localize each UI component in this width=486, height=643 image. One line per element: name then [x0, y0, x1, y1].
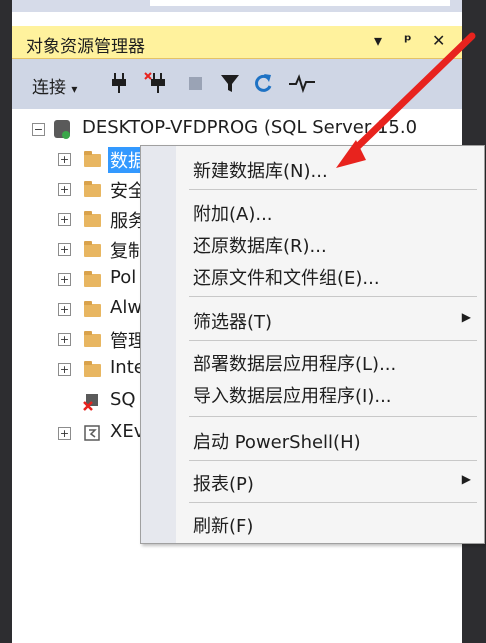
- menu-item-restore-files[interactable]: 还原文件和文件组(E)...: [177, 258, 483, 292]
- ide-left-frame: [0, 0, 12, 643]
- server-label: DESKTOP-VFDPROG (SQL Server 15.0: [82, 117, 418, 138]
- folder-icon: [84, 271, 101, 287]
- xevent-icon: [84, 425, 100, 441]
- menu-item-label: 新建数据库(N)...: [193, 161, 328, 182]
- menu-item-label: 导入数据层应用程序(I)...: [193, 386, 392, 407]
- folder-icon: [84, 331, 101, 347]
- refresh-icon[interactable]: [252, 71, 274, 95]
- menu-separator: [189, 189, 477, 190]
- folder-icon: [84, 361, 101, 377]
- connect-dropdown-icon[interactable]: ▾: [71, 82, 77, 96]
- menu-item-attach[interactable]: 附加(A)...: [177, 194, 483, 228]
- menu-item-label: 还原数据库(R)...: [193, 236, 327, 257]
- connect-button[interactable]: 连接 ▾: [32, 73, 77, 98]
- menu-separator: [189, 502, 477, 503]
- tree-item-management[interactable]: + 管理: [12, 325, 146, 353]
- submenu-arrow-icon: ▶: [461, 472, 471, 486]
- expand-icon[interactable]: +: [58, 363, 71, 376]
- close-icon[interactable]: ✕: [432, 31, 445, 50]
- menu-item-refresh[interactable]: 刷新(F): [177, 506, 483, 540]
- window-top-edge-inner: [150, 0, 450, 6]
- expand-icon[interactable]: +: [58, 303, 71, 316]
- menu-item-label: 刷新(F): [193, 516, 254, 537]
- menu-separator: [189, 296, 477, 297]
- tree-server-node[interactable]: − DESKTOP-VFDPROG (SQL Server 15.0: [12, 115, 462, 143]
- menu-item-label: 启动 PowerShell(H): [193, 432, 361, 453]
- folder-icon: [84, 241, 101, 257]
- tree-item-sql-agent[interactable]: SQ: [12, 387, 142, 415]
- expand-icon[interactable]: +: [58, 243, 71, 256]
- disconnect-plug-icon[interactable]: [144, 71, 166, 95]
- menu-item-label: 报表(P): [193, 474, 254, 495]
- tree-item-label: Alw: [110, 297, 143, 318]
- menu-item-filter[interactable]: 筛选器(T) ▶: [177, 302, 483, 336]
- folder-icon: [84, 151, 101, 167]
- expand-icon[interactable]: +: [58, 213, 71, 226]
- object-explorer-toolbar: 连接 ▾: [12, 59, 462, 109]
- expand-icon[interactable]: +: [58, 153, 71, 166]
- menu-item-label: 还原文件和文件组(E)...: [193, 268, 380, 289]
- menu-item-label: 附加(A)...: [193, 204, 273, 225]
- tree-item-always-on[interactable]: + Alw: [12, 295, 142, 323]
- menu-item-start-powershell[interactable]: 启动 PowerShell(H): [177, 422, 483, 456]
- submenu-arrow-icon: ▶: [461, 310, 471, 324]
- window-position-dropdown-icon[interactable]: ▾: [374, 31, 382, 50]
- object-explorer-titlebar: 对象资源管理器 ▾ ᵖ ✕: [12, 26, 462, 59]
- menu-separator: [189, 340, 477, 341]
- filter-icon[interactable]: [220, 71, 240, 95]
- panel-title: 对象资源管理器: [26, 37, 145, 57]
- pin-icon[interactable]: ᵖ: [404, 31, 412, 50]
- tree-item-integration-services[interactable]: + Inte: [12, 355, 145, 383]
- folder-icon: [84, 181, 101, 197]
- sql-agent-stopped-icon: [83, 394, 98, 411]
- context-menu: 新建数据库(N)... 附加(A)... 还原数据库(R)... 还原文件和文件…: [140, 145, 485, 544]
- menu-item-label: 部署数据层应用程序(L)...: [193, 354, 397, 375]
- menu-item-label: 筛选器(T): [193, 312, 273, 333]
- tree-item-databases[interactable]: + 数据: [12, 145, 148, 173]
- tree-item-xevent-profiler[interactable]: + XEv: [12, 419, 144, 447]
- menu-item-import-data-tier[interactable]: 导入数据层应用程序(I)...: [177, 376, 483, 410]
- activity-monitor-icon[interactable]: [288, 71, 316, 95]
- menu-item-reports[interactable]: 报表(P) ▶: [177, 464, 483, 498]
- window-top-edge: [0, 0, 486, 12]
- tree-item-security[interactable]: + 安全: [12, 175, 146, 203]
- server-running-icon: [62, 131, 70, 139]
- tree-item-label: SQ: [110, 389, 136, 410]
- menu-icon-gutter: [141, 146, 176, 543]
- collapse-icon[interactable]: −: [32, 123, 45, 136]
- menu-separator: [189, 416, 477, 417]
- expand-icon[interactable]: +: [58, 427, 71, 440]
- menu-item-deploy-data-tier[interactable]: 部署数据层应用程序(L)...: [177, 344, 483, 378]
- tree-item-polybase[interactable]: + Pol: [12, 265, 142, 293]
- stop-icon[interactable]: [188, 71, 204, 95]
- menu-item-new-database[interactable]: 新建数据库(N)...: [177, 151, 483, 185]
- expand-icon[interactable]: +: [58, 333, 71, 346]
- menu-separator: [189, 460, 477, 461]
- folder-icon: [84, 211, 101, 227]
- folder-icon: [84, 301, 101, 317]
- tree-item-label: Pol: [110, 267, 137, 288]
- expand-icon[interactable]: +: [58, 183, 71, 196]
- tree-item-replication[interactable]: + 复制: [12, 235, 146, 263]
- connect-plug-icon[interactable]: [110, 71, 128, 95]
- connect-label: 连接: [32, 78, 66, 98]
- tree-item-server-objects[interactable]: + 服务: [12, 205, 146, 233]
- expand-icon[interactable]: +: [58, 273, 71, 286]
- menu-item-restore-database[interactable]: 还原数据库(R)...: [177, 226, 483, 260]
